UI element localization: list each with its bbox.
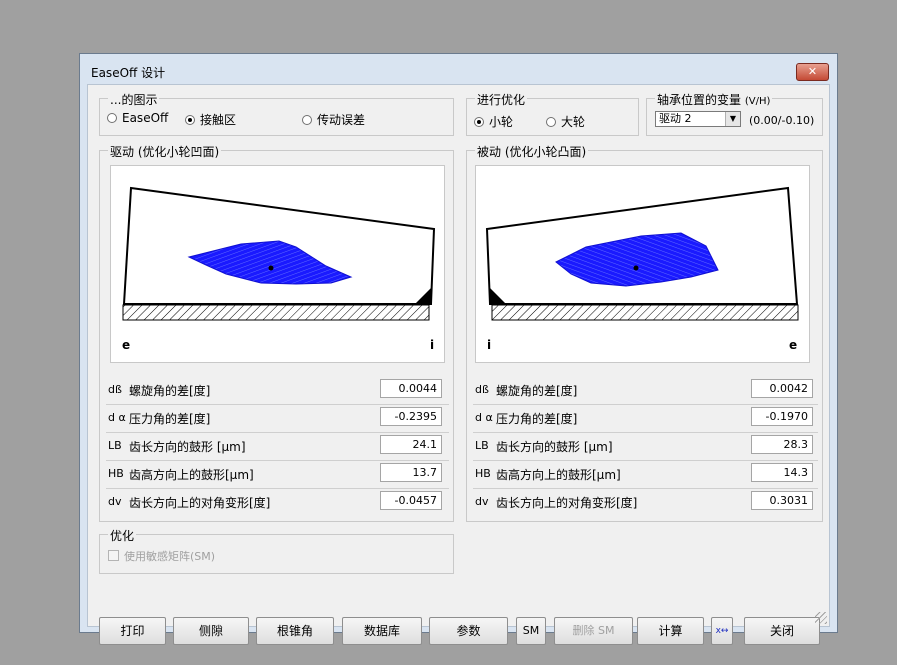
radio-selected-icon[interactable] bbox=[185, 115, 195, 125]
contact-center-dot bbox=[633, 265, 639, 271]
bearing-range: (0.00/-0.10) bbox=[749, 114, 815, 127]
param-symbol: dv bbox=[108, 495, 122, 508]
optimization-group-title: 优化 bbox=[108, 527, 137, 544]
param-value-field[interactable]: 0.3031 bbox=[751, 491, 813, 510]
print-button[interactable]: 打印 bbox=[99, 617, 166, 645]
radio-selected-icon[interactable] bbox=[474, 117, 484, 127]
contact-pattern bbox=[187, 240, 353, 285]
params-button[interactable]: 参数 bbox=[429, 617, 508, 645]
radio-gear[interactable]: 大轮 bbox=[546, 113, 585, 130]
delete-sm-button[interactable]: 删除 SM bbox=[554, 617, 633, 645]
param-value-field[interactable]: -0.0457 bbox=[380, 491, 442, 510]
param-label: 齿高方向上的鼓形[µm] bbox=[129, 468, 254, 482]
resize-grip-icon[interactable] bbox=[815, 612, 827, 624]
param-value-field[interactable]: 14.3 bbox=[751, 463, 813, 482]
param-value-field[interactable]: -0.1970 bbox=[751, 407, 813, 426]
param-symbol: dß bbox=[108, 383, 122, 396]
param-label: 压力角的差[度] bbox=[129, 412, 211, 426]
drive-right-label: i bbox=[430, 338, 435, 352]
use-sm-checkbox[interactable]: 使用敏感矩阵(SM) bbox=[108, 548, 215, 564]
optimize-group-title: 进行优化 bbox=[475, 91, 528, 108]
coast-panel-title: 被动 (优化小轮凸面) bbox=[475, 143, 589, 160]
bearing-group: 轴承位置的变量 (V/H) 驱动 2 ▼ (0.00/-0.10) bbox=[646, 91, 823, 136]
title-bar[interactable]: EaseOff 设计 ✕ bbox=[80, 54, 837, 84]
close-button[interactable]: 关闭 bbox=[744, 617, 820, 645]
param-symbol: d α bbox=[108, 411, 126, 424]
optimization-group: 优化 使用敏感矩阵(SM) bbox=[99, 527, 454, 574]
root-hatch bbox=[491, 304, 799, 321]
coast-left-label: i bbox=[487, 338, 492, 352]
param-label: 压力角的差[度] bbox=[496, 412, 578, 426]
drive-panel: 驱动 (优化小轮凹面) e i dß 螺旋角的差[度] 0.0044 d α 压… bbox=[99, 143, 454, 522]
coast-contact-svg bbox=[485, 186, 799, 321]
close-window-button[interactable]: ✕ bbox=[796, 63, 829, 81]
corner-wedge bbox=[415, 288, 431, 304]
drive-left-label: e bbox=[122, 338, 131, 352]
param-symbol: HB bbox=[475, 467, 491, 480]
chevron-down-icon[interactable]: ▼ bbox=[725, 112, 740, 126]
param-value-field[interactable]: 13.7 bbox=[380, 463, 442, 482]
param-value-field[interactable]: 28.3 bbox=[751, 435, 813, 454]
contact-center-dot bbox=[268, 265, 274, 271]
coast-contact-plot: i e bbox=[475, 165, 810, 363]
bearing-select[interactable]: 驱动 2 ▼ bbox=[655, 111, 741, 127]
contact-pattern bbox=[555, 232, 719, 287]
corner-wedge bbox=[490, 288, 506, 304]
param-value-field[interactable]: 0.0044 bbox=[380, 379, 442, 398]
display-group: ...的图示 EaseOff 接触区 传动误差 bbox=[99, 91, 454, 136]
param-symbol: HB bbox=[108, 467, 124, 480]
param-label: 齿长方向的鼓形 [µm] bbox=[496, 440, 613, 454]
radio-icon[interactable] bbox=[107, 113, 117, 123]
coast-panel: 被动 (优化小轮凸面) i e dß 螺旋角的差[度] 0.0042 d α 压… bbox=[466, 143, 823, 522]
window-title: EaseOff 设计 bbox=[91, 66, 166, 80]
root-hatch bbox=[122, 304, 430, 321]
param-value-field[interactable]: 24.1 bbox=[380, 435, 442, 454]
param-label: 齿长方向上的对角变形[度] bbox=[129, 496, 271, 510]
display-group-title: ...的图示 bbox=[108, 91, 160, 108]
root-cone-button[interactable]: 根锥角 bbox=[256, 617, 334, 645]
drive-contact-svg bbox=[122, 186, 436, 321]
xy-swap-icon[interactable]: x↔ bbox=[711, 617, 733, 645]
param-symbol: LB bbox=[475, 439, 489, 452]
param-value-field[interactable]: 0.0042 bbox=[751, 379, 813, 398]
coast-right-label: e bbox=[789, 338, 798, 352]
optimize-group: 进行优化 小轮 大轮 bbox=[466, 91, 639, 136]
radio-contact-area[interactable]: 接触区 bbox=[185, 111, 236, 128]
param-label: 螺旋角的差[度] bbox=[496, 384, 578, 398]
radio-pinion[interactable]: 小轮 bbox=[474, 113, 513, 130]
param-symbol: d α bbox=[475, 411, 493, 424]
backlash-button[interactable]: 侧隙 bbox=[173, 617, 249, 645]
param-label: 齿高方向上的鼓形[µm] bbox=[496, 468, 621, 482]
bearing-group-title: 轴承位置的变量 (V/H) bbox=[655, 91, 773, 108]
param-label: 齿长方向上的对角变形[度] bbox=[496, 496, 638, 510]
database-button[interactable]: 数据库 bbox=[342, 617, 422, 645]
checkbox-icon[interactable] bbox=[108, 550, 119, 561]
drive-contact-plot: e i bbox=[110, 165, 445, 363]
param-value-field[interactable]: -0.2395 bbox=[380, 407, 442, 426]
dialog-client: ...的图示 EaseOff 接触区 传动误差 进行优化 小轮 大轮 轴承位置的… bbox=[87, 84, 830, 645]
param-label: 齿长方向的鼓形 [µm] bbox=[129, 440, 246, 454]
drive-panel-title: 驱动 (优化小轮凹面) bbox=[108, 143, 222, 160]
easeoff-window: EaseOff 设计 ✕ ...的图示 EaseOff 接触区 传动误差 进行优… bbox=[79, 53, 838, 645]
radio-easeoff[interactable]: EaseOff bbox=[107, 111, 168, 125]
param-label: 螺旋角的差[度] bbox=[129, 384, 211, 398]
radio-icon[interactable] bbox=[546, 117, 556, 127]
param-symbol: dv bbox=[475, 495, 489, 508]
sm-button[interactable]: SM bbox=[516, 617, 546, 645]
param-symbol: dß bbox=[475, 383, 489, 396]
calculate-button[interactable]: 计算 bbox=[637, 617, 704, 645]
radio-icon[interactable] bbox=[302, 115, 312, 125]
param-symbol: LB bbox=[108, 439, 122, 452]
radio-transmission-error[interactable]: 传动误差 bbox=[302, 111, 365, 128]
